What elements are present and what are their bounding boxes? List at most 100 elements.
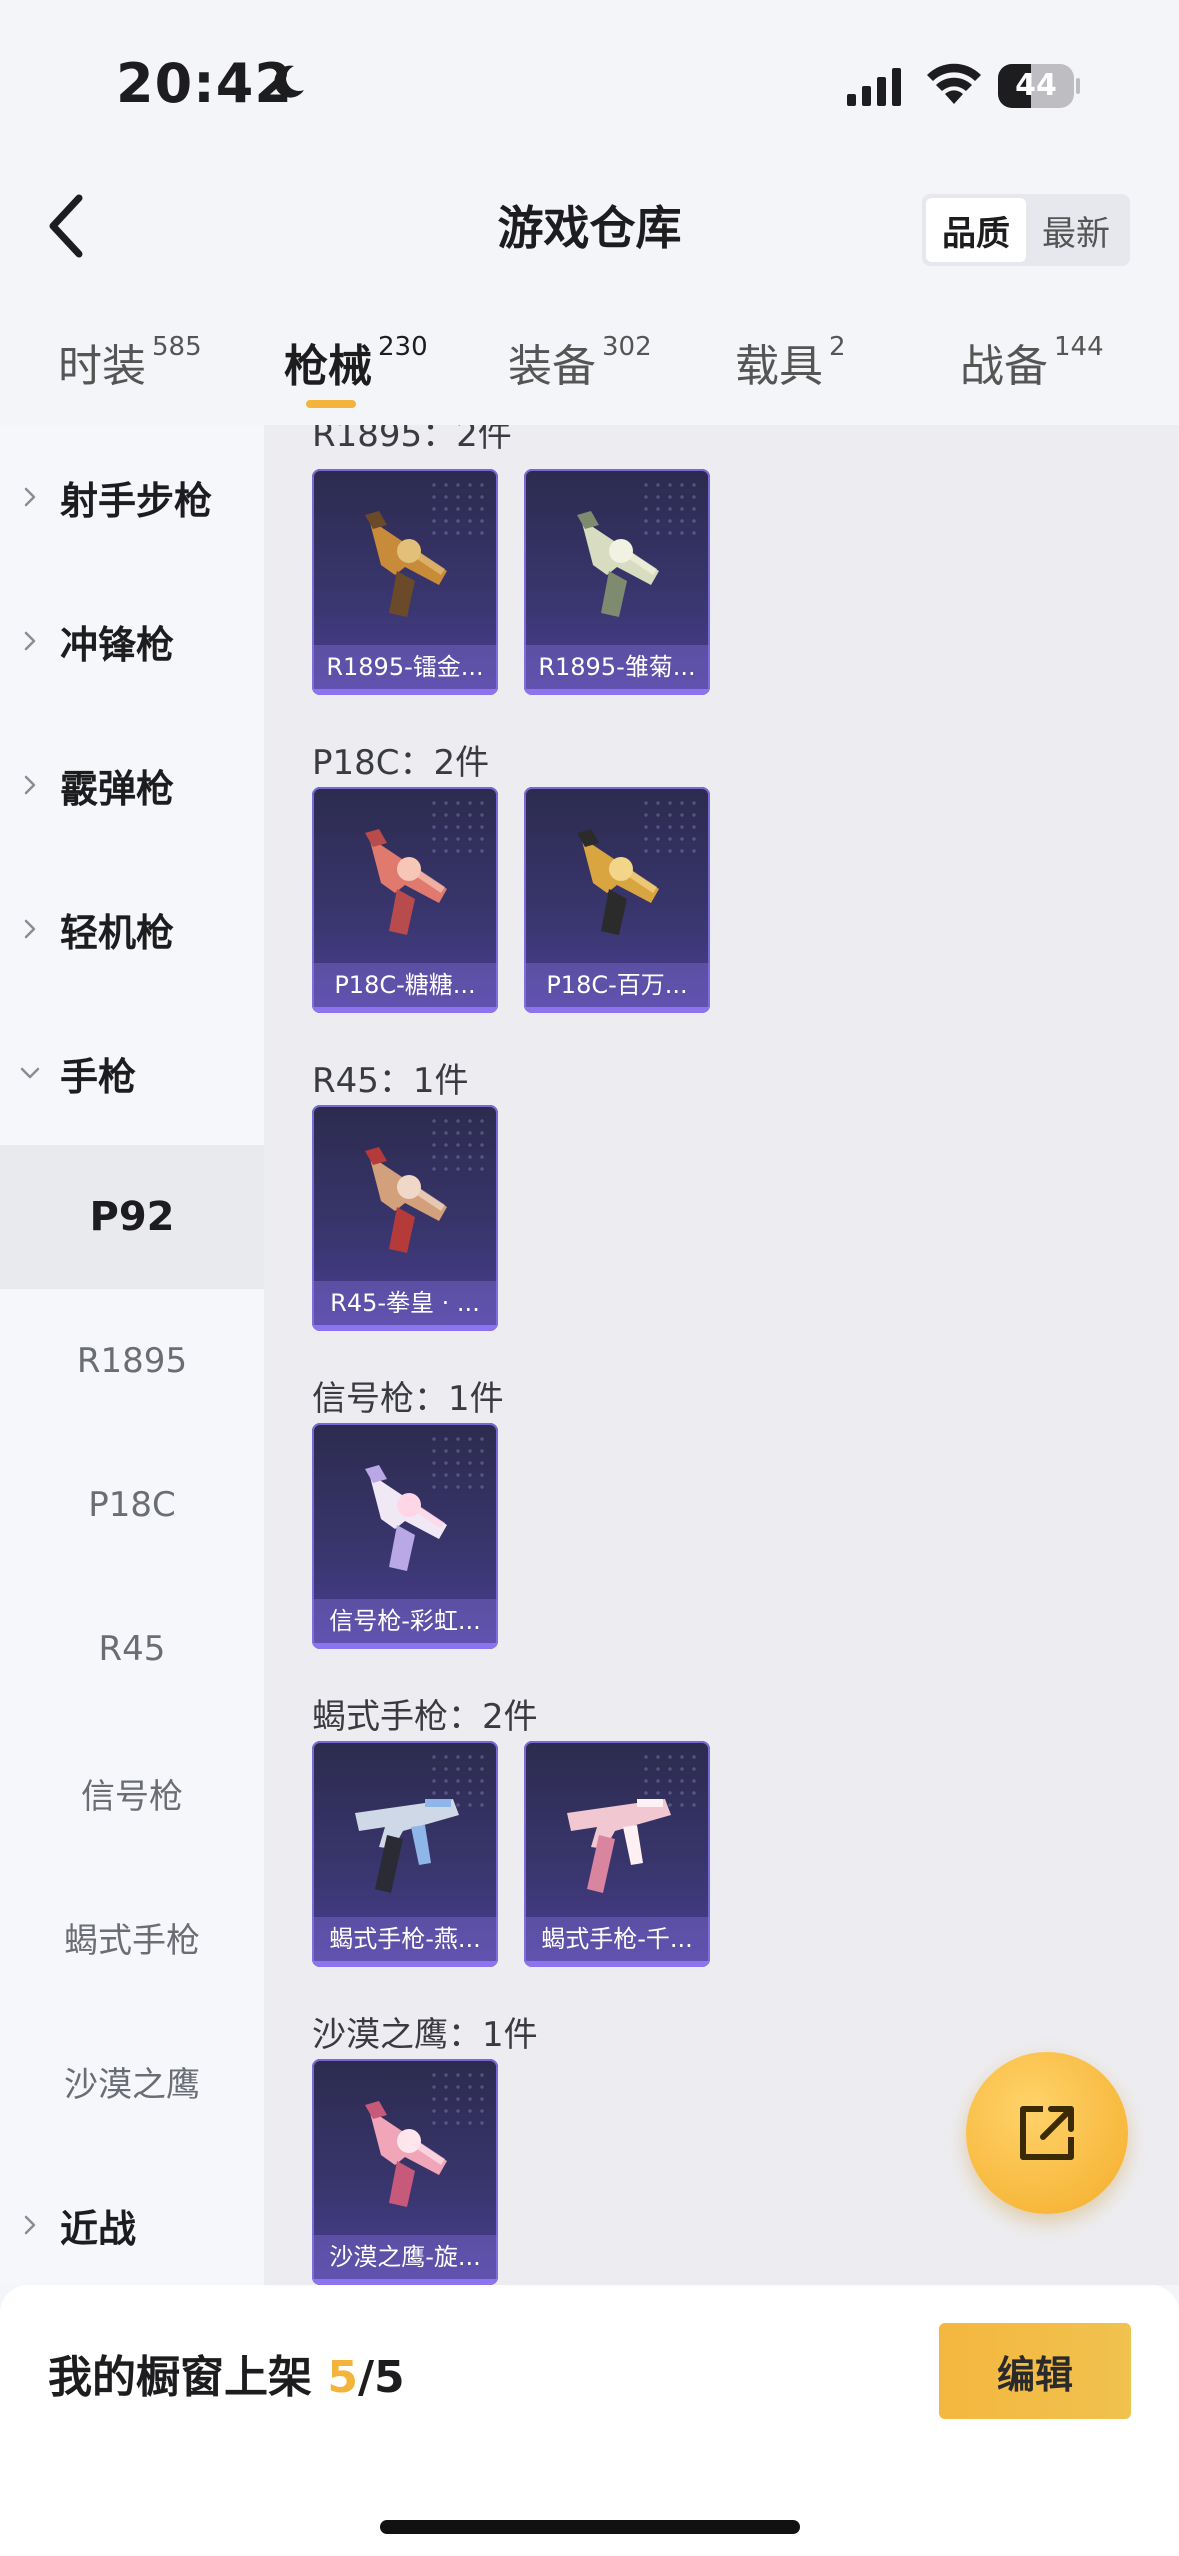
tab-fashion[interactable]: 时装 585 — [58, 330, 202, 394]
bottom-bar: 我的橱窗上架 5/5 编辑 — [0, 2285, 1179, 2556]
sidebar-category[interactable]: 霰弹枪 — [0, 713, 264, 857]
expand-toggle — [0, 629, 60, 653]
weapon-skin-card[interactable]: P18C-糖糖... — [312, 787, 498, 1013]
showcase-label: 我的橱窗上架 — [48, 2352, 328, 2403]
tab-label: 装备 — [508, 341, 596, 392]
tab-label: 载具 — [735, 341, 823, 392]
status-time: 20:42 — [116, 52, 293, 115]
weapon-skin-name: P18C-糖糖... — [312, 963, 498, 1007]
group-title: R1895：2件 — [312, 425, 512, 455]
chevron-right-icon — [24, 919, 36, 939]
rarity-stripe — [524, 689, 710, 695]
weapon-skin-image — [365, 829, 447, 935]
sidebar-subitem[interactable]: R1895 — [0, 1289, 264, 1433]
group-title: 信号枪：1件 — [312, 1379, 504, 1419]
header: 游戏仓库 品质 最新 — [0, 150, 1179, 300]
tab-vehicles[interactable]: 载具 2 — [735, 330, 846, 394]
weapon-skin-image — [355, 1799, 459, 1893]
rarity-stripe — [524, 1961, 710, 1967]
category-tabs: 时装 585 枪械 230 装备 302 载具 2 战备 144 — [0, 300, 1179, 425]
cellular-signal-icon — [847, 68, 901, 106]
weapon-skin-image — [365, 511, 447, 617]
weapon-skin-image — [365, 2101, 447, 2207]
sidebar-category-label: 轻机枪 — [60, 910, 175, 955]
tab-count: 585 — [152, 332, 202, 362]
chevron-down-icon — [20, 1067, 40, 1079]
showcase-total-count: /5 — [357, 2352, 405, 2403]
weapon-skin-name: R1895-雏菊... — [524, 645, 710, 689]
tab-firearms[interactable]: 枪械 230 — [284, 330, 428, 394]
weapon-skin-card[interactable]: P18C-百万... — [524, 787, 710, 1013]
edit-button[interactable]: 编辑 — [939, 2323, 1131, 2419]
sidebar-subitem[interactable]: 蝎式手枪 — [0, 1865, 264, 2009]
status-bar: 20:42 44 — [0, 0, 1179, 150]
weapon-skin-image — [567, 1799, 671, 1893]
sidebar-category-label: 手枪 — [60, 1054, 137, 1099]
sort-by-newest[interactable]: 最新 — [1026, 198, 1126, 262]
weapon-skin-image — [577, 511, 659, 617]
tab-equipment[interactable]: 装备 302 — [508, 330, 652, 394]
sidebar-category-label: 近战 — [60, 2206, 137, 2251]
tab-count: 2 — [829, 332, 846, 362]
sidebar-subitem[interactable]: 沙漠之鹰 — [0, 2009, 264, 2153]
rarity-stripe — [312, 1007, 498, 1013]
weapon-skin-card[interactable]: R1895-镭金... — [312, 469, 498, 695]
weapon-skin-name: 沙漠之鹰-旋... — [312, 2235, 498, 2279]
weapon-skin-card[interactable]: R45-拳皇 · ... — [312, 1105, 498, 1331]
weapon-skin-name: 蝎式手枪-燕... — [312, 1917, 498, 1961]
sidebar-category[interactable]: 近战 — [0, 2153, 264, 2285]
weapon-skin-name: 信号枪-彩虹... — [312, 1599, 498, 1643]
rarity-stripe — [312, 1643, 498, 1649]
sidebar-subitem[interactable]: 信号枪 — [0, 1721, 264, 1865]
group-title: P18C：2件 — [312, 743, 490, 783]
sort-toggle: 品质 最新 — [922, 194, 1130, 266]
weapon-skin-card[interactable]: 蝎式手枪-燕... — [312, 1741, 498, 1967]
sidebar-subitem[interactable]: P92 — [0, 1145, 264, 1289]
weapon-skin-name: 蝎式手枪-千... — [524, 1917, 710, 1961]
expand-toggle — [0, 917, 60, 941]
sort-by-quality[interactable]: 品质 — [926, 198, 1026, 262]
rarity-stripe — [312, 1961, 498, 1967]
sidebar-category[interactable]: 冲锋枪 — [0, 569, 264, 713]
battery-icon: 44 — [998, 64, 1080, 108]
share-button[interactable] — [966, 2052, 1128, 2214]
rarity-stripe — [312, 1325, 498, 1331]
weapon-skin-image — [365, 1465, 447, 1571]
expand-toggle — [0, 1061, 60, 1085]
chevron-right-icon — [24, 487, 36, 507]
weapon-skin-card[interactable]: R1895-雏菊... — [524, 469, 710, 695]
expand-toggle — [0, 2213, 60, 2237]
weapon-skin-card[interactable]: 沙漠之鹰-旋... — [312, 2059, 498, 2285]
sidebar-category-label: 射手步枪 — [60, 478, 213, 523]
showcase-current-count: 5 — [327, 2352, 358, 2403]
home-indicator — [380, 2520, 800, 2534]
tab-count: 144 — [1054, 332, 1104, 362]
sidebar-subitem[interactable]: P18C — [0, 1433, 264, 1577]
moon-icon — [274, 65, 304, 98]
sidebar-category[interactable]: 射手步枪 — [0, 425, 264, 569]
sidebar-subitem[interactable]: R45 — [0, 1577, 264, 1721]
tab-count: 302 — [602, 332, 652, 362]
weapon-skin-name: P18C-百万... — [524, 963, 710, 1007]
expand-toggle — [0, 773, 60, 797]
sidebar-category[interactable]: 手枪 — [0, 1001, 264, 1145]
tab-count: 230 — [378, 332, 428, 362]
rarity-stripe — [524, 1007, 710, 1013]
tab-label: 战备 — [960, 341, 1048, 392]
weapon-skin-card[interactable]: 信号枪-彩虹... — [312, 1423, 498, 1649]
group-title: 蝎式手枪：2件 — [312, 1697, 538, 1737]
weapon-type-sidebar: 射手步枪冲锋枪霰弹枪轻机枪手枪 P92 R1895 P18C R45 信号枪 蝎式手枪 沙漠之… — [0, 425, 264, 2285]
chevron-right-icon — [24, 2215, 36, 2235]
weapon-skin-name: R45-拳皇 · ... — [312, 1281, 498, 1325]
active-tab-indicator — [306, 400, 356, 408]
chevron-right-icon — [24, 775, 36, 795]
skin-grid: R1895：2件 R1895-镭金... R1895-雏菊... P18C：2件 P1… — [264, 425, 1179, 2285]
tab-supplies[interactable]: 战备 144 — [960, 330, 1104, 394]
share-external-icon — [1020, 2106, 1074, 2160]
group-title: 沙漠之鹰：1件 — [312, 2015, 538, 2055]
sidebar-category[interactable]: 轻机枪 — [0, 857, 264, 1001]
weapon-skin-name: R1895-镭金... — [312, 645, 498, 689]
sidebar-category-label: 冲锋枪 — [60, 622, 175, 667]
weapon-skin-card[interactable]: 蝎式手枪-千... — [524, 1741, 710, 1967]
weapon-skin-image — [365, 1147, 447, 1253]
